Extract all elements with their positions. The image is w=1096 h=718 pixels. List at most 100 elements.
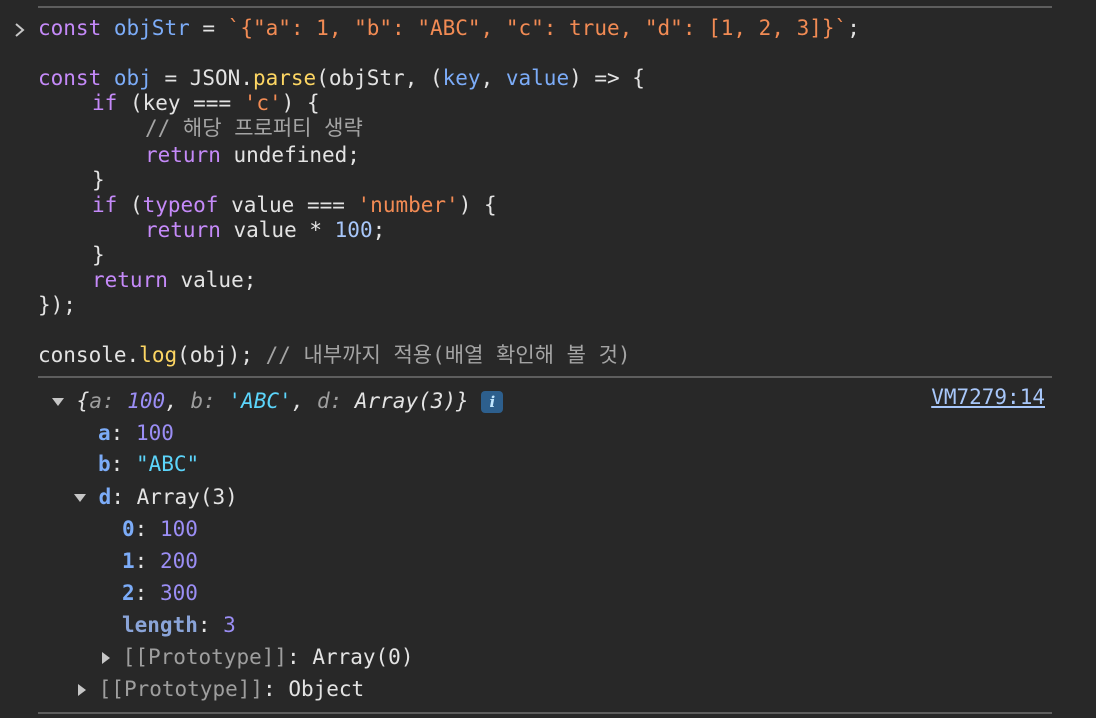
code-line-3: const obj = JSON.parse(objStr, (key, val… xyxy=(38,64,645,92)
code-text: ( xyxy=(117,193,143,217)
preview-key: b: xyxy=(190,389,229,413)
string-literal: 'c' xyxy=(243,91,282,115)
identifier: JSON xyxy=(189,66,241,90)
template-string: `{"a": 1, "b": "ABC", "c": true, "d": [1… xyxy=(227,16,848,40)
code-text: undefined; xyxy=(220,143,360,167)
identifier: console xyxy=(38,343,127,367)
code-text: ) { xyxy=(458,193,497,217)
colon: : xyxy=(197,613,224,637)
punctuation: , xyxy=(480,66,506,90)
punctuation: . xyxy=(126,343,140,367)
code-line-5: // 해당 프로퍼티 생략 xyxy=(145,114,363,142)
colon: : xyxy=(111,485,137,509)
array-item-row[interactable]: 0: 100 xyxy=(122,514,198,544)
prototype-value: Array(0) xyxy=(312,645,414,669)
colon: : xyxy=(110,452,136,476)
code-text: value * xyxy=(220,218,335,242)
identifier: obj xyxy=(113,66,152,90)
preview-value: 100 xyxy=(127,389,166,413)
colon: : xyxy=(287,645,313,669)
method-name: log xyxy=(139,343,178,367)
operator: = xyxy=(189,16,228,40)
array-value: 200 xyxy=(159,549,198,573)
punctuation: } xyxy=(92,168,105,192)
punctuation: (objStr, ( xyxy=(316,66,443,90)
property-row-a[interactable]: a: 100 xyxy=(98,418,174,448)
info-icon[interactable]: i xyxy=(481,391,504,413)
array-value: 300 xyxy=(159,581,198,605)
number-literal: 100 xyxy=(334,218,373,242)
punctuation: ; xyxy=(847,16,860,40)
property-value: 3 xyxy=(223,613,236,637)
top-divider xyxy=(38,6,1052,8)
collapse-triangle-icon[interactable] xyxy=(102,652,110,664)
property-row-b[interactable]: b: "ABC" xyxy=(98,449,199,479)
code-text: value === xyxy=(218,193,358,217)
array-item-row[interactable]: 2: 300 xyxy=(122,578,198,608)
punctuation: }); xyxy=(38,293,76,317)
code-line-1: const objStr = `{"a": 1, "b": "ABC", "c"… xyxy=(38,14,860,42)
preview-brace: { xyxy=(76,389,90,413)
code-line-14: console.log(obj); // 내부까지 적용(배열 확인해 볼 것) xyxy=(38,341,631,369)
code-line-12: }); xyxy=(38,291,76,319)
property-row-d[interactable]: d: Array(3) xyxy=(74,482,238,512)
punctuation: } xyxy=(92,243,105,267)
property-key: d xyxy=(98,485,112,509)
colon: : xyxy=(263,677,289,701)
keyword: const xyxy=(38,16,102,40)
property-value: 100 xyxy=(135,421,174,445)
collapse-triangle-icon[interactable] xyxy=(78,684,86,696)
keyword: return xyxy=(145,143,221,167)
keyword: return xyxy=(92,268,168,292)
preview-brace: } xyxy=(456,389,469,413)
property-value: "ABC" xyxy=(135,452,200,476)
colon: : xyxy=(134,517,160,541)
punctuation: ) => { xyxy=(569,66,645,90)
colon: : xyxy=(110,421,136,445)
comment: // 해당 프로퍼티 생략 xyxy=(145,116,363,140)
source-location-link[interactable]: VM7279:14 xyxy=(931,382,1045,412)
object-prototype-row[interactable]: [[Prototype]]: Object xyxy=(78,674,364,704)
code-line-9: return value * 100; xyxy=(145,216,385,244)
output-divider xyxy=(38,376,1052,378)
property-key: length xyxy=(122,613,198,637)
comment: // 내부까지 적용(배열 확인해 볼 것) xyxy=(265,343,631,367)
prototype-key: [[Prototype]] xyxy=(98,677,264,701)
preview-sep: , xyxy=(165,389,191,413)
keyword: return xyxy=(145,218,221,242)
colon: : xyxy=(134,549,160,573)
method-name: parse xyxy=(252,66,317,90)
punctuation: ; xyxy=(372,218,386,242)
code-line-6: return undefined; xyxy=(145,141,360,169)
code-text: (obj); xyxy=(177,343,266,367)
array-item-row[interactable]: 1: 200 xyxy=(122,546,198,576)
prototype-value: Object xyxy=(288,677,365,701)
code-line-4: if (key === 'c') { xyxy=(92,89,320,117)
length-row[interactable]: length: 3 xyxy=(122,610,236,640)
preview-value: Array(3) xyxy=(354,389,457,413)
array-value: 100 xyxy=(159,517,198,541)
object-preview-row[interactable]: {a: 100, b: 'ABC', d: Array(3)} i xyxy=(52,386,504,416)
keyword: if xyxy=(92,91,118,115)
array-index: 1 xyxy=(122,549,135,573)
punctuation: . xyxy=(240,66,253,90)
parameter: key xyxy=(442,66,481,90)
array-prototype-row[interactable]: [[Prototype]]: Array(0) xyxy=(102,642,413,672)
code-text: ) { xyxy=(281,91,320,115)
expand-triangle-icon[interactable] xyxy=(52,398,64,406)
property-key: b xyxy=(98,452,111,476)
code-line-8: if (typeof value === 'number') { xyxy=(92,191,497,219)
code-text: (key === xyxy=(117,91,244,115)
parameter: value xyxy=(505,66,570,90)
preview-key: d: xyxy=(316,389,355,413)
bottom-divider xyxy=(38,712,1052,714)
string-literal: 'number' xyxy=(357,193,459,217)
keyword: if xyxy=(92,193,118,217)
operator: = xyxy=(151,66,190,90)
property-value: Array(3) xyxy=(136,485,238,509)
array-index: 2 xyxy=(122,581,135,605)
keyword: const xyxy=(38,66,102,90)
expand-triangle-icon[interactable] xyxy=(74,494,86,502)
prompt-chevron-icon xyxy=(15,23,25,37)
preview-sep: , xyxy=(291,389,317,413)
